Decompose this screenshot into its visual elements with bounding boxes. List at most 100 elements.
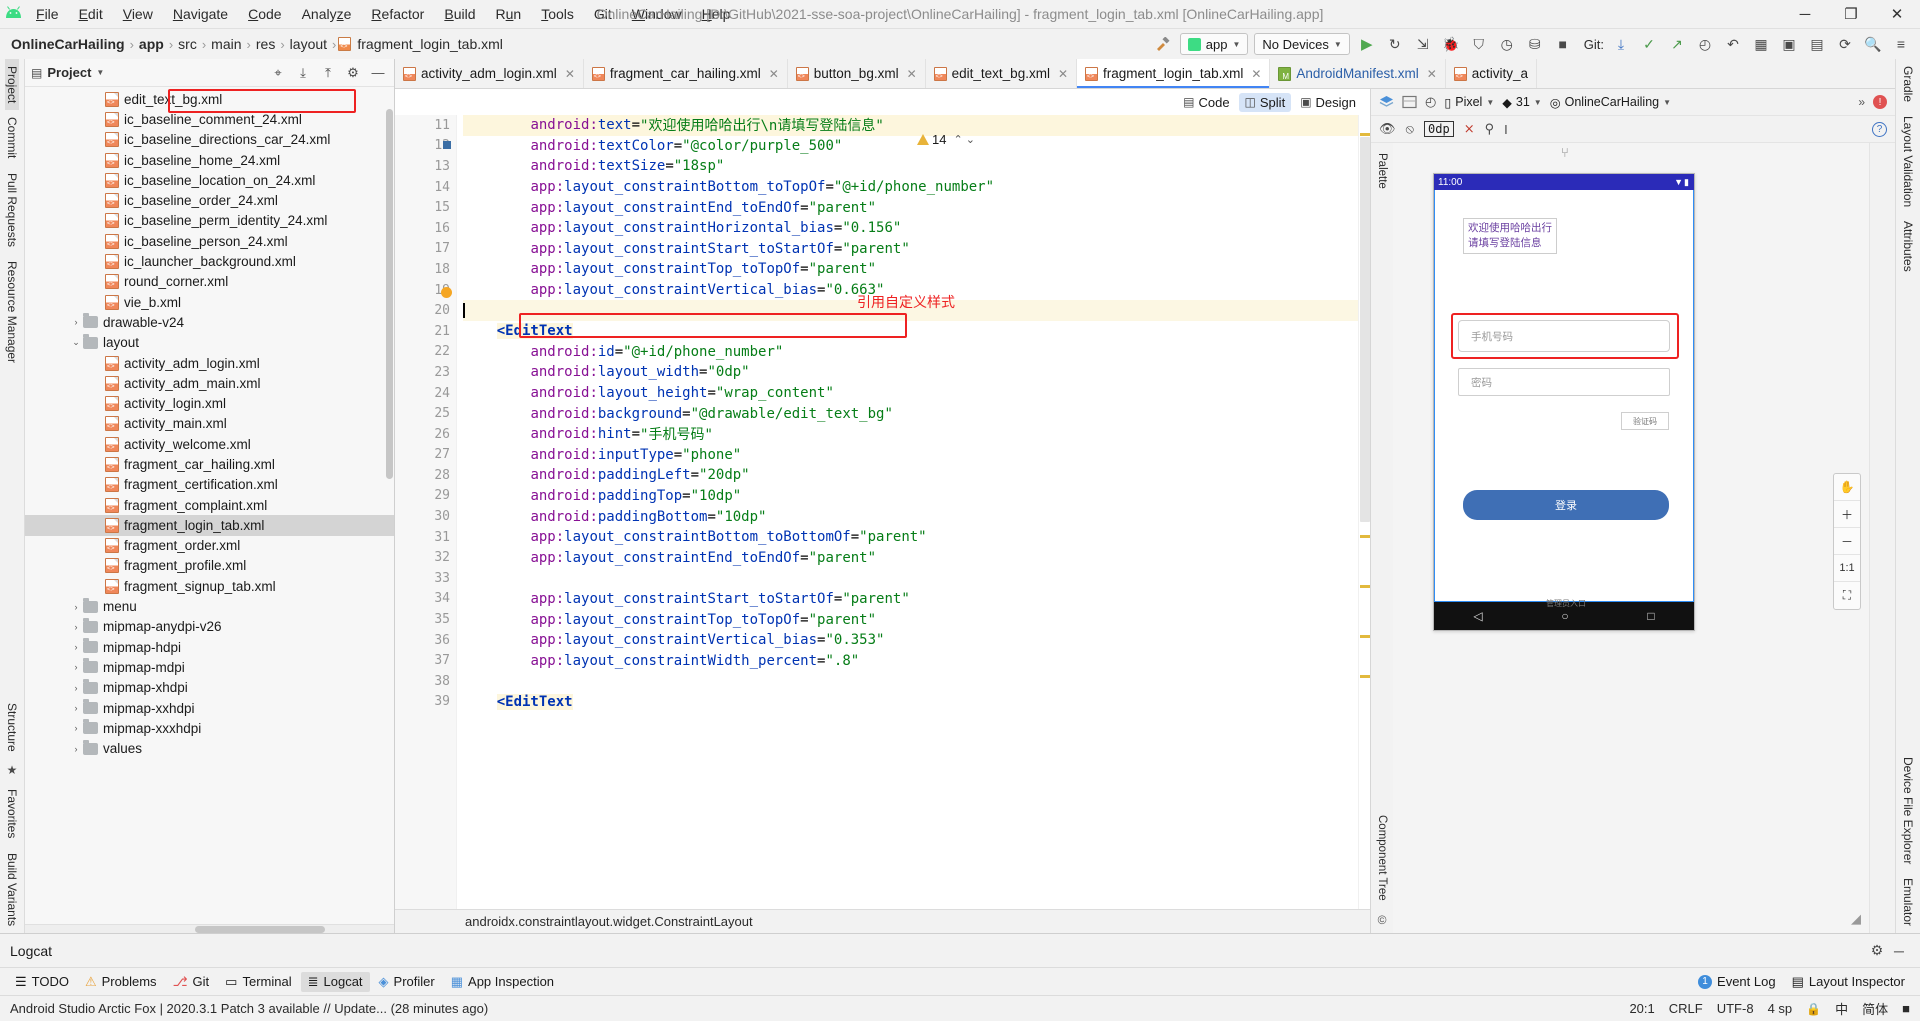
caret-position[interactable]: 20:1 (1629, 1001, 1654, 1016)
rail-item-structure[interactable]: Structure (5, 696, 19, 759)
prev-warning-icon[interactable]: ⌃ (953, 133, 962, 146)
chevron-icon[interactable]: › (69, 602, 83, 612)
rail-item-emulator[interactable]: Emulator (1901, 871, 1915, 933)
editor-tab[interactable]: button_bg.xml ✕ (787, 59, 926, 88)
tree-folder[interactable]: › menu (25, 596, 394, 616)
breadcrumb-main[interactable]: main (208, 36, 244, 52)
breadcrumb-app[interactable]: app (136, 36, 167, 52)
close-tab-icon[interactable]: ✕ (907, 67, 917, 81)
editor-tab[interactable]: activity_adm_login.xml ✕ (395, 59, 584, 88)
scroll-from-source-icon[interactable]: ⌖ (268, 65, 288, 81)
lock-icon[interactable]: 🔒 (1806, 1002, 1821, 1016)
line-number[interactable]: 11 (395, 115, 456, 136)
code-line[interactable]: android: paddingBottom = "10dp" (463, 506, 1358, 527)
code-line[interactable]: android: layout_height = "wrap_content" (463, 383, 1358, 404)
canvas-zoom-toolbar[interactable]: ✋ ＋ － 1:1 ⛶ (1833, 473, 1861, 610)
close-tab-icon[interactable]: ✕ (1058, 67, 1068, 81)
code-line[interactable]: <EditText (463, 321, 1358, 342)
tree-file[interactable]: ic_baseline_comment_24.xml (25, 109, 394, 129)
rail-item-device-file-explorer[interactable]: Device File Explorer (1901, 750, 1915, 871)
chevron-down-icon[interactable]: ▼ (96, 68, 104, 77)
rail-item-commit[interactable]: Commit (5, 110, 19, 165)
rail-item-layout-validation[interactable]: Layout Validation (1901, 109, 1915, 214)
editor-tab[interactable]: activity_a (1445, 59, 1538, 88)
profile-icon[interactable]: ◷ (1496, 33, 1518, 55)
breadcrumb-file[interactable]: fragment_login_tab.xml (354, 36, 506, 52)
menu-bar[interactable]: File Edit View Navigate Code Analyze Ref… (26, 3, 740, 25)
line-number[interactable]: 35 (395, 609, 456, 630)
status-tab-logcat[interactable]: ≣ Logcat (300, 971, 370, 992)
indent-size[interactable]: 4 sp (1768, 1001, 1793, 1016)
chevron-icon[interactable]: › (69, 703, 83, 713)
overflow-icon[interactable]: » (1858, 95, 1865, 109)
nav-home-icon[interactable]: ○ (1561, 609, 1568, 623)
ime-indicator[interactable]: 中 (1835, 999, 1848, 1018)
resize-grip-icon[interactable]: ◢ (1851, 911, 1861, 927)
zoom-to-fit-icon[interactable]: ⛶ (1834, 582, 1860, 609)
gear-icon[interactable]: ⚙ (1866, 942, 1888, 959)
status-layout-inspector[interactable]: ▤ Layout Inspector (1785, 972, 1912, 992)
line-number[interactable]: 32 (395, 547, 456, 568)
nav-recent-icon[interactable]: □ (1647, 609, 1654, 623)
line-number[interactable]: 37 (395, 650, 456, 671)
gear-icon[interactable]: ⚙ (343, 65, 363, 81)
code-line[interactable]: android: hint = "手机号码" (463, 424, 1358, 445)
line-number[interactable]: 25 (395, 403, 456, 424)
code-line[interactable]: app: layout_constraintHorizontal_bias = "0.… (463, 218, 1358, 239)
tree-file[interactable]: edit_text_bg.xml (25, 89, 394, 109)
breadcrumb-layout[interactable]: layout (287, 36, 330, 52)
editor-tab[interactable]: AndroidManifest.xml ✕ (1270, 59, 1446, 88)
menu-analyze[interactable]: Analyze (292, 3, 362, 25)
rail-item-favorites[interactable]: Favorites (5, 782, 19, 845)
preview-admin-link[interactable]: 管理员入口 (1537, 595, 1595, 611)
tree-folder[interactable]: › mipmap-hdpi (25, 637, 394, 657)
logcat-title[interactable]: Logcat (10, 943, 52, 959)
project-tree[interactable]: edit_text_bg.xml ic_baseline_comment_24.x… (25, 87, 394, 924)
tree-file[interactable]: ic_baseline_location_on_24.xml (25, 170, 394, 190)
rail-item-resource-manager[interactable]: Resource Manager (5, 254, 19, 370)
line-number[interactable]: 16 (395, 218, 456, 239)
preview-code-input[interactable]: 验证码 (1621, 412, 1669, 430)
code-line[interactable]: android: textColor = "@color/purple_500" (463, 136, 1358, 157)
blueprint-icon[interactable] (1402, 95, 1417, 109)
ime-mode[interactable]: 简体 (1862, 999, 1888, 1018)
status-tab-profiler[interactable]: ◈ Profiler (372, 972, 442, 992)
code-marker[interactable] (1360, 635, 1370, 638)
chevron-icon[interactable]: › (69, 744, 83, 754)
code-line[interactable] (463, 671, 1358, 692)
line-number[interactable]: 21 (395, 321, 456, 342)
project-panel-title[interactable]: Project (47, 65, 91, 80)
project-scrollbar-thumb[interactable] (386, 109, 393, 479)
menu-code[interactable]: Code (238, 3, 291, 25)
git-update-icon[interactable]: ⤓ (1610, 33, 1632, 55)
line-number[interactable]: 27 (395, 445, 456, 466)
line-number[interactable]: 17 (395, 239, 456, 260)
code-line[interactable]: app: layout_constraintBottom_toTopOf = "@+i… (463, 177, 1358, 198)
code-marker[interactable] (1360, 675, 1370, 678)
code-line[interactable]: app: layout_constraintBottom_toBottomOf = "… (463, 527, 1358, 548)
warning-indicator[interactable]: 14 ⌃ ⌄ (917, 132, 975, 147)
tree-folder[interactable]: › mipmap-xxxhdpi (25, 718, 394, 738)
project-hscrollbar-thumb[interactable] (195, 926, 325, 933)
tree-file[interactable]: ic_baseline_person_24.xml (25, 231, 394, 251)
status-tab-todo[interactable]: ☰ TODO (8, 972, 76, 992)
mode-design-button[interactable]: ▣ Design (1294, 93, 1362, 112)
tree-file[interactable]: activity_login.xml (25, 393, 394, 413)
component-tree-label[interactable]: Component Tree (1376, 809, 1388, 907)
tree-file[interactable]: ic_baseline_perm_identity_24.xml (25, 211, 394, 231)
device-manager-icon[interactable]: ▤ (1806, 33, 1828, 55)
line-number[interactable]: 33 (395, 568, 456, 589)
rail-item-attributes[interactable]: Attributes (1901, 214, 1915, 279)
code-marker[interactable] (1360, 133, 1370, 136)
tree-file[interactable]: fragment_complaint.xml (25, 495, 394, 515)
no-constraints-icon[interactable]: ⦸ (1406, 121, 1414, 137)
editor-tab[interactable]: fragment_login_tab.xml ✕ (1077, 59, 1271, 88)
theme-chip[interactable]: ◎ OnlineCarHailing ▼ (1550, 95, 1671, 110)
tree-file[interactable]: vie_b.xml (25, 292, 394, 312)
line-number[interactable]: 38 (395, 671, 456, 692)
chevron-icon[interactable]: › (69, 642, 83, 652)
project-hscrollbar[interactable] (25, 924, 394, 933)
close-button[interactable]: ✕ (1874, 0, 1920, 29)
mode-code-button[interactable]: ▤ Code (1177, 93, 1235, 112)
rerun-icon[interactable]: ↻ (1384, 33, 1406, 55)
